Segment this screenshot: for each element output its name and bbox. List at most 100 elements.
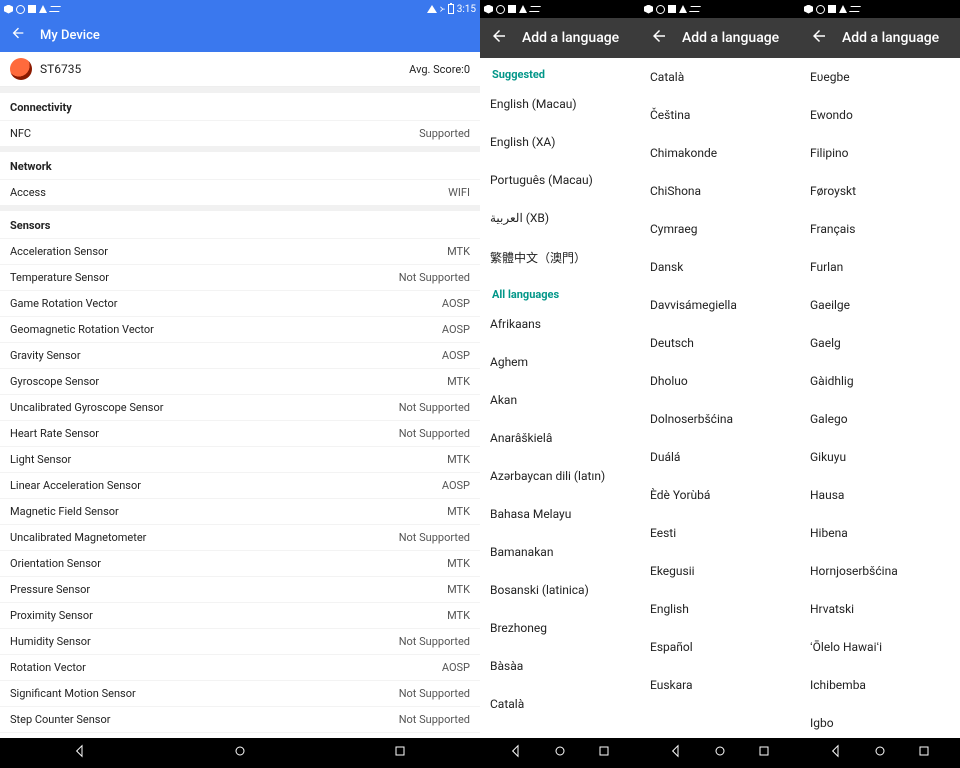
nav-home-icon[interactable]	[872, 743, 888, 763]
row-value: AOSP	[442, 349, 470, 362]
row-value: AOSP	[442, 661, 470, 674]
list-item[interactable]: Dolnoserbšćina	[640, 400, 800, 438]
nav-back-icon[interactable]	[668, 743, 684, 763]
row-key: Orientation Sensor	[10, 557, 101, 570]
list-item[interactable]: Čeština	[640, 96, 800, 134]
list-item[interactable]: Bosanski (latinica)	[480, 571, 640, 609]
device-header: ST6735 Avg. Score:0	[0, 52, 480, 87]
back-icon[interactable]	[10, 25, 26, 45]
list-item[interactable]: Igbo	[800, 704, 960, 738]
device-name: ST6735	[40, 62, 81, 76]
status-icon	[689, 6, 701, 12]
nav-recent-icon[interactable]	[596, 743, 612, 763]
list-item[interactable]: Gikuyu	[800, 438, 960, 476]
list-item[interactable]: Português (Macau)	[480, 161, 640, 199]
list-item[interactable]: Èdè Yorùbá	[640, 476, 800, 514]
list-item[interactable]: Hausa	[800, 476, 960, 514]
status-icon	[484, 5, 493, 14]
list-item[interactable]: Euskara	[640, 666, 800, 704]
nav-recent-icon[interactable]	[916, 743, 932, 763]
back-icon[interactable]	[810, 27, 828, 49]
list-item[interactable]: Français	[800, 210, 960, 248]
list-item[interactable]: Anarâškielâ	[480, 419, 640, 457]
status-icon	[4, 5, 13, 14]
back-icon[interactable]	[490, 27, 508, 49]
nav-back-icon[interactable]	[72, 743, 88, 763]
list-item[interactable]: Duálá	[640, 438, 800, 476]
list-item[interactable]: ChiShona	[640, 172, 800, 210]
status-icon	[496, 5, 505, 14]
row-value: AOSP	[442, 323, 470, 336]
row-key: Magnetic Field Sensor	[10, 505, 119, 518]
row-key: Gyroscope Sensor	[10, 375, 99, 388]
table-row: Humidity SensorNot Supported	[0, 628, 480, 654]
status-icon	[519, 5, 527, 13]
list-item[interactable]: Azərbaycan dili (latın)	[480, 457, 640, 495]
nav-back-icon[interactable]	[508, 743, 524, 763]
table-row: Rotation VectorAOSP	[0, 654, 480, 680]
row-value: Supported	[419, 127, 470, 140]
list-item[interactable]: Ichibemba	[800, 666, 960, 704]
nav-home-icon[interactable]	[552, 743, 568, 763]
nav-recent-icon[interactable]	[756, 743, 772, 763]
nav-home-icon[interactable]	[232, 743, 248, 763]
row-value: Not Supported	[399, 713, 470, 726]
list-item[interactable]: Cymraeg	[640, 210, 800, 248]
list-item[interactable]: 繁體中文（澳門）	[480, 237, 640, 278]
table-row: Magnetic Field SensorMTK	[0, 498, 480, 524]
row-key: Temperature Sensor	[10, 271, 109, 284]
list-item[interactable]: Filipino	[800, 134, 960, 172]
list-item[interactable]: Davvisámegiella	[640, 286, 800, 324]
list-item[interactable]: Hornjoserbšćina	[800, 552, 960, 590]
status-icon	[656, 5, 665, 14]
section-connectivity: Connectivity	[0, 93, 480, 120]
nav-home-icon[interactable]	[712, 743, 728, 763]
app-bar-title: Add a language	[522, 30, 619, 46]
list-item[interactable]: Afrikaans	[480, 305, 640, 343]
list-item[interactable]: Català	[640, 58, 800, 96]
list-item[interactable]: العربية (XB)	[480, 199, 640, 237]
list-item[interactable]: Furlan	[800, 248, 960, 286]
app-bar: My Device	[0, 18, 480, 52]
list-item[interactable]: English	[640, 590, 800, 628]
list-item[interactable]: Dholuo	[640, 362, 800, 400]
list-item[interactable]: Galego	[800, 400, 960, 438]
row-key: Access	[10, 186, 46, 199]
row-key: Proximity Sensor	[10, 609, 93, 622]
list-item[interactable]: Ewondo	[800, 96, 960, 134]
battery-icon	[448, 4, 454, 14]
list-item[interactable]: Deutsch	[640, 324, 800, 362]
row-value: Not Supported	[399, 271, 470, 284]
list-item[interactable]: Ekegusii	[640, 552, 800, 590]
list-item[interactable]: Chimakonde	[640, 134, 800, 172]
list-item[interactable]: Hibena	[800, 514, 960, 552]
app-bar: Add a language	[800, 18, 960, 58]
list-item[interactable]: Gaeilge	[800, 286, 960, 324]
avg-score: Avg. Score:0	[409, 63, 470, 76]
list-item[interactable]: English (XA)	[480, 123, 640, 161]
row-key: Heart Rate Sensor	[10, 427, 99, 440]
list-item[interactable]: Aghem	[480, 343, 640, 381]
list-item[interactable]: Gaelg	[800, 324, 960, 362]
list-item[interactable]: Català	[480, 685, 640, 723]
list-item[interactable]: Dansk	[640, 248, 800, 286]
list-item[interactable]: Eʋegbe	[800, 58, 960, 96]
list-item[interactable]: Gàidhlig	[800, 362, 960, 400]
list-item[interactable]: Hrvatski	[800, 590, 960, 628]
list-item[interactable]: Español	[640, 628, 800, 666]
list-item[interactable]: Bàsàa	[480, 647, 640, 685]
nav-back-icon[interactable]	[828, 743, 844, 763]
list-item[interactable]: Bamanakan	[480, 533, 640, 571]
back-icon[interactable]	[650, 27, 668, 49]
status-bar	[800, 0, 960, 18]
list-item[interactable]: Brezhoneg	[480, 609, 640, 647]
row-value: Not Supported	[399, 531, 470, 544]
list-item[interactable]: ʻŌlelo Hawaiʻi	[800, 628, 960, 666]
list-item[interactable]: Akan	[480, 381, 640, 419]
lang-pane-1: Add a language SuggestedEnglish (Macau)E…	[480, 0, 640, 768]
list-item[interactable]: Eesti	[640, 514, 800, 552]
list-item[interactable]: English (Macau)	[480, 85, 640, 123]
list-item[interactable]: Føroyskt	[800, 172, 960, 210]
nav-recent-icon[interactable]	[392, 743, 408, 763]
list-item[interactable]: Bahasa Melayu	[480, 495, 640, 533]
